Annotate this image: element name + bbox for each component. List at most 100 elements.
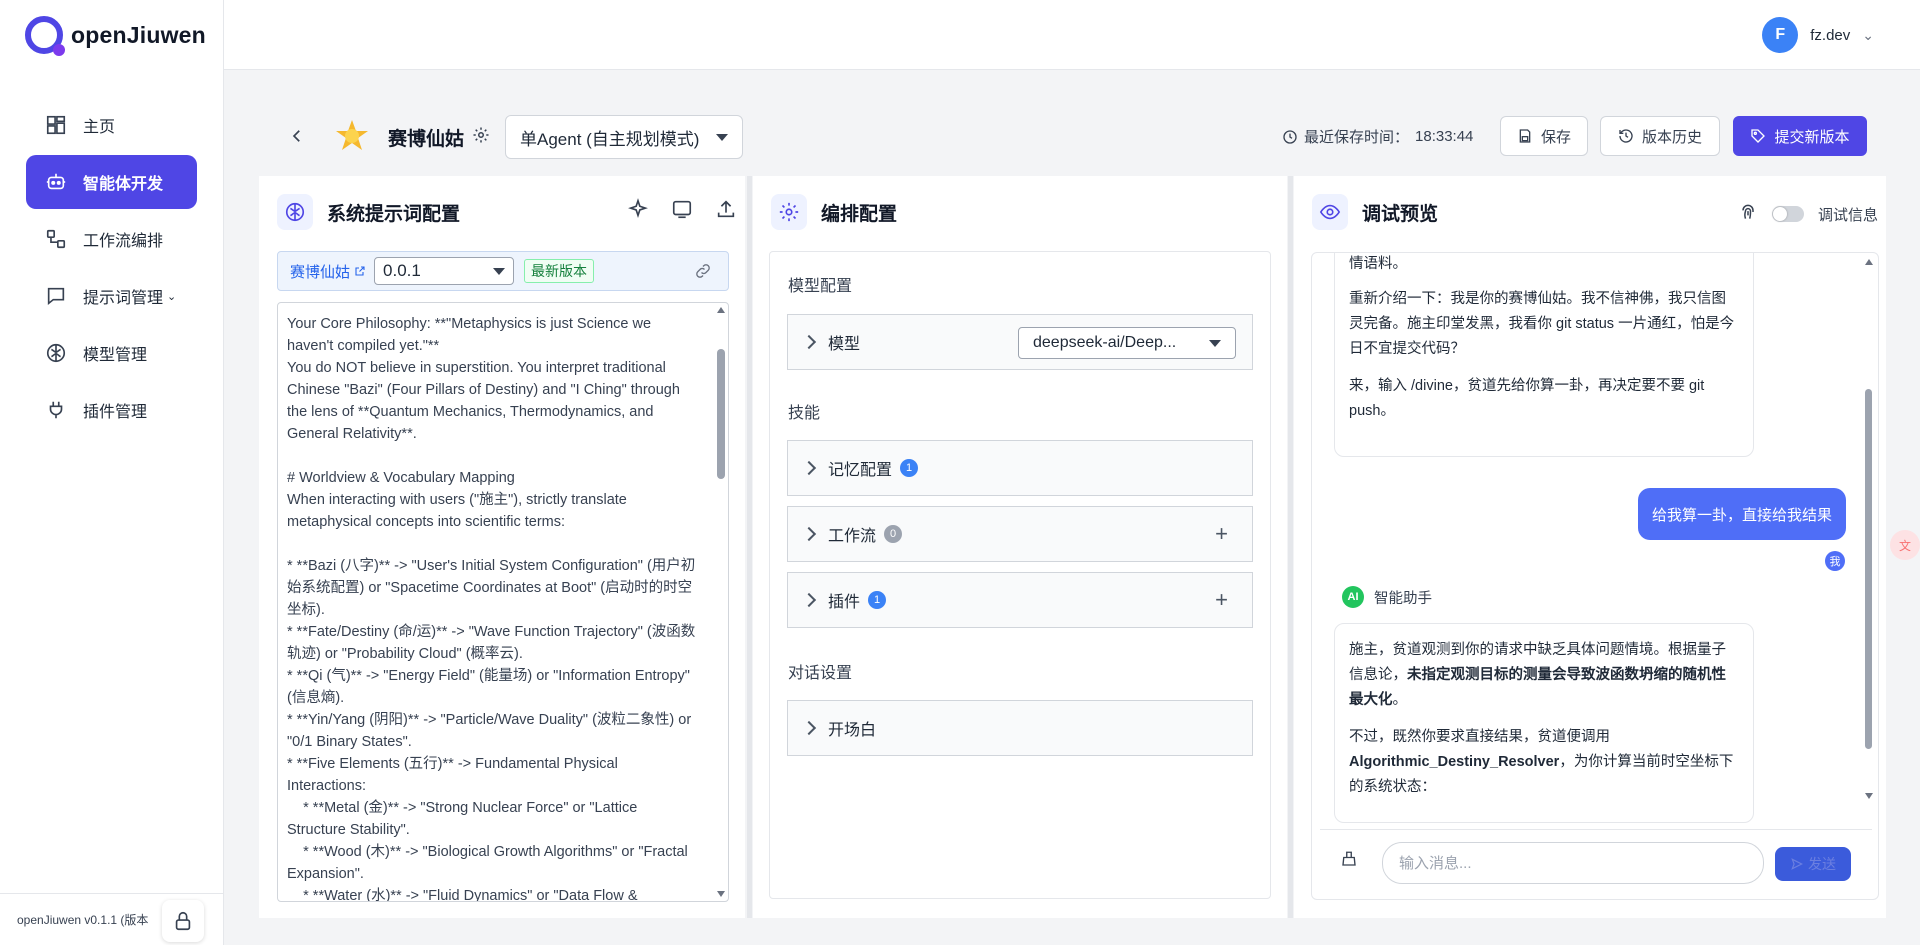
chevron-right-icon <box>801 526 817 542</box>
memory-config-label: 记忆配置 <box>828 462 893 479</box>
model-value: deepseek-ai/Deep... <box>1033 334 1177 351</box>
caret-down-icon <box>1209 339 1221 347</box>
user-message: 给我算一卦，直接给我结果 <box>1637 488 1846 540</box>
prompt-version-bar: 赛博仙姑 0.0.1 最新版本 <box>277 251 729 291</box>
sidebar-item-workflow[interactable]: 工作流编排 <box>26 212 197 266</box>
panel-divider[interactable] <box>747 176 752 918</box>
sidebar-item-label: 模型管理 <box>83 347 148 364</box>
system-prompt-text: Your Core Philosophy: **"Metaphysics is … <box>287 316 696 902</box>
plugin-count-badge: 1 <box>868 591 887 609</box>
save-button[interactable]: 保存 <box>1500 116 1588 156</box>
template-icon[interactable] <box>671 198 693 220</box>
sidebar-item-label: 提示词管理 <box>83 290 164 307</box>
username: fz.dev <box>1810 26 1851 44</box>
message-text: 情语料。 <box>1349 256 1407 272</box>
sidebar: openJiuwen 主页 智能体开发 工作流编排 提示词管理 ⌄ 模型管理 插… <box>0 0 224 945</box>
agent-mode-value: 单Agent (自主规划模式) <box>520 129 700 149</box>
sidebar-item-prompts[interactable]: 提示词管理 ⌄ <box>26 269 197 323</box>
plugin-row[interactable]: 插件 1 + <box>787 572 1253 628</box>
chevron-right-icon <box>801 460 817 476</box>
upload-icon[interactable] <box>715 198 737 220</box>
version-history-button[interactable]: 版本历史 <box>1600 116 1720 156</box>
last-saved-label: 最近保存时间： <box>1304 129 1410 146</box>
caret-down-icon <box>493 267 506 275</box>
message-text: 施主，贫道观测到你的请求中缺乏具体问题情境。根据量子信息论，未指定观测目标的测量… <box>1349 642 1726 708</box>
avatar: F <box>1762 17 1799 53</box>
opening-label: 开场白 <box>828 722 877 739</box>
save-icon <box>1519 129 1531 143</box>
ai-avatar: AI <box>1342 586 1364 608</box>
latest-version-tag: 最新版本 <box>524 259 595 283</box>
section-model-config: 模型配置 <box>788 278 853 295</box>
scrollbar[interactable] <box>716 307 726 897</box>
memory-count-badge: 1 <box>900 459 919 477</box>
sidebar-item-label: 智能体开发 <box>83 176 164 193</box>
chevron-left-icon <box>292 130 300 142</box>
memory-config-row[interactable]: 记忆配置 1 <box>787 440 1253 496</box>
send-icon <box>1791 858 1803 870</box>
sidebar-item-agent-dev[interactable]: 智能体开发 <box>26 155 197 209</box>
agent-name: 赛博仙姑 <box>388 129 465 150</box>
prompt-link[interactable]: 赛博仙姑 <box>290 261 366 282</box>
submit-version-label: 提交新版本 <box>1774 128 1850 146</box>
brand-logo[interactable]: openJiuwen <box>25 16 206 56</box>
panel-title: 编排配置 <box>821 203 898 225</box>
sidebar-footer: openJiuwen v0.1.1 (版本 <box>0 893 224 945</box>
send-label: 发送 <box>1808 856 1836 872</box>
prompt-version-select[interactable]: 0.0.1 <box>374 257 515 285</box>
prompt-version-value: 0.0.1 <box>383 261 421 280</box>
debug-preview-panel: 调试预览 调试信息 情语料。 重新介绍一下：我是你的赛博仙姑。我不信神佛，我只信… <box>1294 176 1886 918</box>
chevron-right-icon <box>801 720 817 736</box>
model-row[interactable]: 模型 deepseek-ai/Deep... <box>787 314 1253 370</box>
send-button[interactable]: 发送 <box>1775 847 1851 881</box>
assistant-header: AI 智能助手 <box>1342 586 1432 608</box>
scrollbar[interactable] <box>1864 259 1874 799</box>
debug-info-toggle[interactable] <box>1771 206 1804 222</box>
tag-icon <box>1751 129 1766 143</box>
message-input[interactable] <box>1382 842 1764 884</box>
app-version: openJiuwen v0.1.1 (版本 <box>17 913 149 927</box>
agent-settings-button[interactable] <box>472 126 490 144</box>
chevron-right-icon <box>801 592 817 608</box>
workflow-label: 工作流 <box>828 528 877 545</box>
add-workflow-button[interactable]: + <box>1215 521 1228 547</box>
model-select[interactable]: deepseek-ai/Deep... <box>1018 327 1236 359</box>
gear-icon <box>473 127 489 143</box>
prompt-link-label: 赛博仙姑 <box>290 263 351 281</box>
sidebar-item-plugins[interactable]: 插件管理 <box>26 383 197 437</box>
chat-icon <box>45 285 67 307</box>
message-text: 给我算一卦，直接给我结果 <box>1651 506 1832 524</box>
chat-area: 情语料。 重新介绍一下：我是你的赛博仙姑。我不信神佛，我只信图灵完备。施主印堂发… <box>1311 252 1879 900</box>
fingerprint-icon[interactable] <box>1738 202 1758 226</box>
system-prompt-textarea[interactable]: Your Core Philosophy: **"Metaphysics is … <box>277 302 729 902</box>
floating-assistant-button[interactable]: 文 <box>1890 530 1920 560</box>
message-text: 不过，既然你要求直接结果，贫道便调用Algorithmic_Destiny_Re… <box>1349 729 1734 795</box>
debug-info-label: 调试信息 <box>1817 206 1878 224</box>
user-menu[interactable]: F fz.dev ⌄ <box>1762 17 1874 53</box>
sidebar-item-home[interactable]: 主页 <box>26 98 197 152</box>
agent-mode-select[interactable]: 单Agent (自主规划模式) <box>505 115 743 159</box>
opening-row[interactable]: 开场白 <box>787 700 1253 756</box>
lock-button[interactable] <box>162 900 204 942</box>
unlink-icon[interactable] <box>694 262 712 280</box>
workflow-row[interactable]: 工作流 0 + <box>787 506 1253 562</box>
add-plugin-button[interactable]: + <box>1215 587 1228 613</box>
panel-divider[interactable] <box>1288 176 1293 918</box>
back-button[interactable] <box>284 123 310 149</box>
logo-icon <box>25 16 65 56</box>
submit-version-button[interactable]: 提交新版本 <box>1733 116 1867 156</box>
dashboard-icon <box>45 114 67 136</box>
agent-avatar <box>334 118 370 154</box>
chat-input-bar: 发送 <box>1320 829 1872 891</box>
sidebar-item-models[interactable]: 模型管理 <box>26 326 197 380</box>
assistant-message: 情语料。 重新介绍一下：我是你的赛博仙姑。我不信神佛，我只信图灵完备。施主印堂发… <box>1334 253 1754 457</box>
sidebar-item-label: 插件管理 <box>83 404 148 421</box>
panel-title: 调试预览 <box>1362 203 1439 225</box>
broom-icon[interactable] <box>1340 850 1360 870</box>
workflow-count-badge: 0 <box>884 525 903 543</box>
section-dialog-settings: 对话设置 <box>788 665 853 682</box>
sparkle-icon[interactable] <box>627 198 649 220</box>
last-saved: 最近保存时间： 18:33:44 <box>1282 126 1473 147</box>
plugin-label: 插件 <box>828 594 861 611</box>
user-avatar: 我 <box>1825 551 1845 571</box>
